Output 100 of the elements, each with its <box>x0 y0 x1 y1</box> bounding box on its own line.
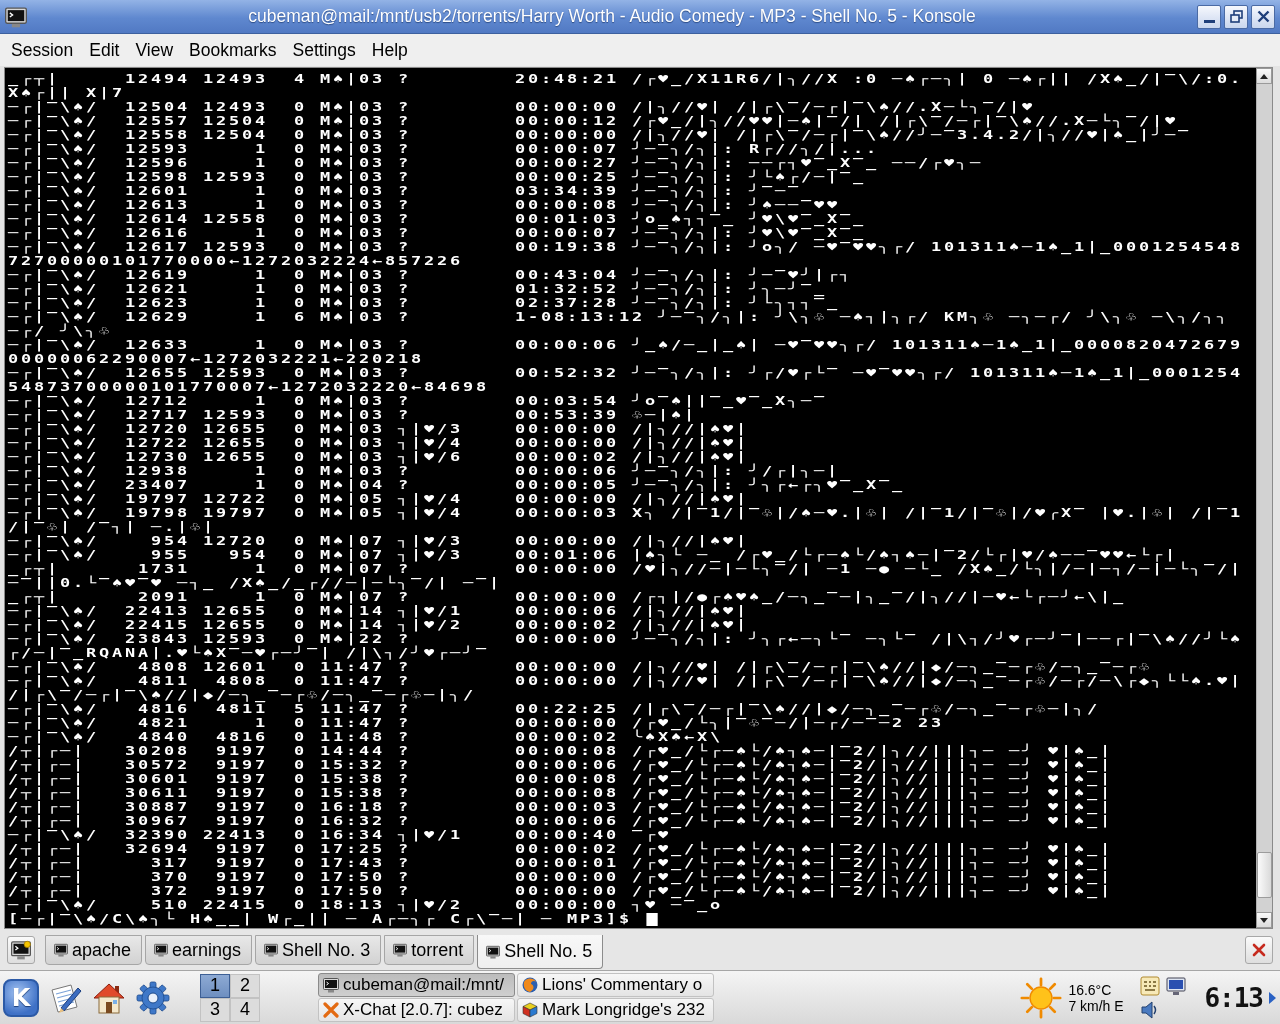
terminal-line: /┬|┌─| 372 9197 0 17:50 ? 00:00:00 /┌♥_/└┌─♠└/♠┐♠─|‾2/|╮//|||┐─ ─╯ ♥|♠_| <box>8 884 1113 898</box>
desktop-button[interactable]: 4 <box>230 997 260 1022</box>
terminal-line: /┬|┌─| 370 9197 0 17:50 ? 00:00:00 /┌♥_/└┌─♠└/♠┐♠─|‾2/|╮//|||┐─ ─╯ ♥|♠_| <box>8 870 1113 884</box>
terminal-line: ─┌|‾\♠/ 4811 4808 0 11:47 ? 00:00:00 /|╮//♥| /|┌\‾/─┌|‾\♠//|◆/─╮_‾─┌♧/─┌/─\┌◆╮└└♠.♥| <box>8 674 1244 688</box>
terminal-line: ─┌|‾\♠/ 955 954 0 M♠|07 ┐|♥/3 00:01:06 |♠╮└ ─_ /┌♥_/└┌─♠└/♠┐♠─|‾2/└┌|♥/♠──‾♥♥←└┌| <box>8 548 1179 562</box>
wind-label: 7 km/h E <box>1068 997 1125 1014</box>
close-tab-button[interactable] <box>1245 936 1273 964</box>
terminal-line: ─┌|‾\♠/ 12616 1 0 M♠|03 ? 00:00:07 ╯─‾╮/╮|: ╯♥\♥‾_X‾_ <box>8 226 866 240</box>
terminal-line: ─┌|‾\♠/ 12633 1 0 M♠|03 ? 00:00:06 ╯_♠/─_|_♠| ─♥‾♥♥╮┌/ 101311♠─1♠_1|_0000820472679 <box>8 338 1244 352</box>
temperature-label: 16.6°C <box>1068 981 1113 998</box>
restore-button[interactable] <box>1224 4 1248 29</box>
terminal-icon <box>154 943 169 957</box>
terminal-line: ─┌|‾\♠/ 12655 12593 0 M♠|03 ? 00:52:32 ╯─‾╮/╮|: ╯┌/♥┌└‾ ─♥‾♥♥╮┌/ 101311♠─1♠_1|_0001254 <box>8 366 1244 380</box>
tab[interactable]: Shell No. 3 <box>255 935 382 965</box>
desktop-button[interactable]: 3 <box>200 997 230 1022</box>
terminal-line: ─┌|‾\♠/ 4821 1 0 11:47 ? 00:00:00 /┌♥_/└╮|‾♧‾─/|─┌/─‾─2 23 <box>8 716 944 730</box>
cross-icon <box>323 1002 339 1018</box>
globe-icon <box>522 977 538 993</box>
tab[interactable]: torrent <box>384 935 475 965</box>
terminal-line: ─┌|‾\♠/ 4816 4811 5 11:47 ? 00:22:25 /|┌\‾/─┌|‾\♠//|◆/─╮_‾─┌♧/─╮_‾─┌♧─|╮/ <box>8 702 1101 716</box>
terminal-line: ─┌|‾\♠/ 12712 1 0 M♠|03 ? 00:03:54 ╯o‾♠||‾_♥‾_X╮─‾ <box>8 394 827 408</box>
terminal-line: ─┌|‾\♠/ 12720 12655 0 M♠|03 ┐|♥/3 00:00:00 /|╮//|♠♥| <box>8 422 750 436</box>
tab[interactable]: Shell No. 5 <box>477 935 604 969</box>
restore-icon <box>1229 10 1243 23</box>
terminal-icon <box>323 977 339 993</box>
tab[interactable]: apache <box>45 935 143 965</box>
scrollbar-thumb[interactable] <box>1257 852 1272 898</box>
taskbar-button[interactable]: cubeman@mail:/mnt/ <box>318 973 515 997</box>
menu-item[interactable]: Session <box>3 37 82 63</box>
terminal-line: 54873700000101770007←1272032220←84698 <box>8 380 489 394</box>
terminal-line: ─┌|‾\♠/ 12598 12593 0 M♠|03 ? 00:00:25 ╯─‾╮/╮|: ╯└♠┌/─|‾_ <box>8 170 866 184</box>
terminal-line: /┬|┌─| 30887 9197 0 16:18 ? 00:00:03 /┌♥_/└┌─♠└/♠┐♠─|‾2/|╮//|||┐─ ─╯ ♥|♠_| <box>8 800 1113 814</box>
clock[interactable]: 6:13 <box>1204 982 1263 1013</box>
taskbar-button[interactable]: X-Chat [2.0.7]: cubez <box>318 998 515 1022</box>
right-triangle-icon[interactable] <box>1269 991 1276 1004</box>
menu-item[interactable]: Bookmarks <box>181 37 285 63</box>
new-tab-button[interactable] <box>7 936 35 964</box>
terminal-icon <box>54 943 68 957</box>
menu-item[interactable]: Edit <box>81 37 128 63</box>
terminal-line: ─┌|‾\♠/ 19797 12722 0 M♠|05 ┐|♥/4 00:00:00 /|╮//|♠♥| <box>8 492 750 506</box>
desktop-button[interactable]: 1 <box>200 973 230 998</box>
terminal-line: ─┌|‾\♠/ 12617 12593 0 M♠|03 ? 00:19:38 ╯─‾╮/╮|: ╯o╮/ ─♥‾♥♥╮┌/ 101311♠─1♠_1|_0001254548 <box>8 240 1244 254</box>
terminal-icon <box>264 943 279 957</box>
scroll-down-button[interactable] <box>1256 912 1272 928</box>
terminal-line: ─┌|‾\♠/ 12623 1 0 M♠|03 ? 02:37:28 ╯─‾╮/╮|: ╯└╮┐┐‾_ <box>8 296 840 310</box>
terminal-line: /┬|┌─| 30208 9197 0 14:44 ? 00:00:08 /┌♥_/└┌─♠└/♠┐♠─|‾2/|╮//|||┐─ ─╯ ♥|♠_| <box>8 744 1113 758</box>
gear-icon[interactable] <box>135 979 171 1016</box>
monitor-icon[interactable] <box>1166 975 1187 996</box>
menu-item[interactable]: Settings <box>284 37 364 63</box>
terminal-line: /┬|┌─| 32694 9197 0 17:25 ? 00:00:02 /┌♥_/└┌─♠└/♠┐♠─|‾2/|╮//|||┐─ ─╯ ♥|♠_| <box>8 842 1113 856</box>
terminal-line: /┬|┌─| 30572 9197 0 15:32 ? 00:00:06 /┌♥_/└┌─♠└/♠┐♠─|‾2/|╮//|||┐─ ─╯ ♥|♠_| <box>8 758 1113 772</box>
menu-item[interactable]: Help <box>363 37 416 63</box>
terminal-line: ─┌|‾\♠/ 12613 1 0 M♠|03 ? 00:00:08 ╯─‾╮/╮|: ╯♠──‾♥♥ <box>8 198 840 212</box>
taskbar-button[interactable]: Lions' Commentary o <box>517 973 714 997</box>
close-icon <box>1252 943 1266 957</box>
terminal-icon <box>11 940 31 960</box>
terminal-line: ─┌|‾\♠/ 954 12720 0 M♠|07 ┐|♥/3 00:00:00 /|╮//|♠♥| <box>8 534 750 548</box>
terminal-line: ─┌|‾\♠/ 510 22415 0 18:13 ┐|♥/2 00:00:00 ┐♥ ─‾_o <box>8 898 723 912</box>
menu-item[interactable]: View <box>127 37 182 63</box>
terminal-line: ─┌|‾\♠/ 12558 12504 0 M♠|03 ? 00:00:00 /|╮//♥| /|┌\‾/─┌|‾\♠//╯─‾3.4.2/|╮//♥|♠_|╯─‾ <box>8 128 1192 142</box>
terminal-line: _┌┬| 1731 1 0 M♠|07 ? 00:00:00 /♥|╮//─|─└╮‾/| ─1 ─● ─└_ /X♠_/└╮|/─|─┐/─|─└╮‾/| <box>8 562 1244 576</box>
terminal-line: ─┌|‾\♠/ 4808 12601 0 11:47 ? 00:00:00 /|╮//♥| /|┌\‾/─┌|‾\♠//|◆/─╮_‾─┌♧/─╮_‾─┌♧ <box>8 660 1152 674</box>
window-title: cubeman@mail:/mnt/usb2/torrents/Harry Worth - Audio Comedy - MP3 - Shell No. 5 - Konsole <box>248 6 976 27</box>
terminal-line: ─┌|‾\♠/ 12596 1 0 M♠|03 ? 00:00:27 ╯─‾╮/╮|: ──┌┐♥‾_X‾_ ──/┌♥╮─ <box>8 156 984 170</box>
tab[interactable]: earnings <box>145 935 253 965</box>
terminal-line: ─┌|‾\♠/ 12619 1 0 M♠|03 ? 00:43:04 ╯─‾╮/╮|: ╯─‾♥╯|┌┐ <box>8 268 854 282</box>
terminal-line: /┬|┌─| 30611 9197 0 15:38 ? 00:00:08 /┌♥_/└┌─♠└/♠┐♠─|‾2/|╮//|||┐─ ─╯ ♥|♠_| <box>8 786 1113 800</box>
terminal-line: ─┌|‾\♠/ 12730 12655 0 M♠|03 ┐|♥/6 00:00:02 /|╮//|♠♥| <box>8 450 750 464</box>
taskbar-button[interactable]: Mark Longridge's 232 <box>517 998 714 1022</box>
terminal-line: ─┌|‾\♠/ 12557 12504 0 M♠|03 ? 00:00:12 /┌♥_/|╮//♥♥|─♠|‾/| /|┌\‾/─┌|‾\♠//.X─└╮‾/|♥ <box>8 114 1179 128</box>
terminal-line: ─┌|‾\♠/ 22413 12655 0 M♠|14 ┐|♥/1 00:00:06 /|╮//|♠♥| <box>8 604 750 618</box>
terminal-line: ─┌|‾\♠/ 22415 12655 0 M♠|14 ┐|♥/2 00:00:02 /|╮//|♠♥| <box>8 618 750 632</box>
terminal-line: ─┌|‾\♠/ 19798 19797 0 M♠|05 ┐|♥/4 00:00:03 X╮ /|‾1/|‾♧|/♠─♥.|♧| /|‾1/|‾♧|/♥╭X‾ |♥.|♧| /|‾1 <box>8 506 1244 520</box>
close-icon <box>1256 10 1270 23</box>
terminal-line: ─┌|‾\♠/ 12722 12655 0 M♠|03 ┐|♥/4 00:00:00 /|╮//|♠♥| <box>8 436 750 450</box>
terminal-line: X♠┌|| X|7 <box>8 86 125 100</box>
terminal-line: /┬|┌─| 317 9197 0 17:43 ? 00:00:01 /┌♥_/└┌─♠└/♠┐♠─|‾2/|╮//|||┐─ ─╯ ♥|♠_| <box>8 856 1113 870</box>
terminal-line: ─┌|‾\♠/ 12504 12493 0 M♠|03 ? 00:00:00 /|╮//♥| /|┌\‾/─┌|‾\♠//.X─└╮‾/|♥ <box>8 100 1036 114</box>
down-arrow-icon <box>1260 917 1268 923</box>
terminal-line: /|┌\‾/─┌|‾\♠//|◆/─╮_‾─┌♧/─╮_‾─┌♧─|╮/ <box>8 688 476 702</box>
close-button[interactable] <box>1251 4 1275 29</box>
terminal-line: /┬|┌─| 30601 9197 0 15:38 ? 00:00:08 /┌♥_/└┌─♠└/♠┐♠─|‾2/|╮//|||┐─ ─╯ ♥|♠_| <box>8 772 1113 786</box>
keyboard-icon[interactable] <box>1140 975 1161 996</box>
terminal-line: 72700000101770000←1272032224←857226 <box>8 254 464 268</box>
shell-prompt: [─┌|‾\♠/C\♠╮└ H♠__| W┌_|| ─ A┌─╮┌ C┌\‾─| ─ MP3]$ <box>8 912 632 926</box>
terminal-line: ─┌|‾\♠/ 12629 1 6 M♠|03 ? 1-08:13:12 ╯─‾╮/╮|: ╯\╮♧ ─♠┐|╮┌/ KM╮♧ ─╮─┌/ ╯\╮♧ ─\╮/╮╮ <box>8 310 1231 324</box>
terminal-line: ─┌|‾\♠/ 12717 12593 0 M♠|03 ? 00:53:39 ♧─|♠| <box>8 408 697 422</box>
terminal-icon <box>393 943 408 957</box>
desktop-button[interactable]: 2 <box>230 973 260 998</box>
terminal-line: ─┌/ ╯\╮♧ <box>8 324 112 338</box>
terminal-icon <box>486 944 501 959</box>
scroll-up-button[interactable] <box>1256 68 1272 84</box>
up-arrow-icon <box>1260 73 1268 79</box>
terminal-line: ─‾||0.└‾♠♥‾♥ ─┐_ /X♠_/_┌//─|─└╮‾/| ─‾| <box>8 576 503 590</box>
minimize-icon <box>1203 19 1215 23</box>
cube-icon <box>522 1002 538 1018</box>
terminal-line: ─┌|‾\♠/ 12621 1 0 M♠|03 ? 01:32:52 ╯─‾╮/╮|: ╯╮─╯‾_ <box>8 282 827 296</box>
terminal-line: /┬|┌─| 30967 9197 0 16:32 ? 00:00:06 /┌♥_/└┌─♠└/♠┐♠─|‾2/|╮//|||┐─ ─╯ ♥|♠_| <box>8 814 1113 828</box>
minimize-button[interactable] <box>1197 4 1221 29</box>
terminal-line: ─┌|‾\♠/ 32390 22413 0 16:34 ┐|♥/1 00:00:40 ‾┌♥ <box>8 828 672 842</box>
